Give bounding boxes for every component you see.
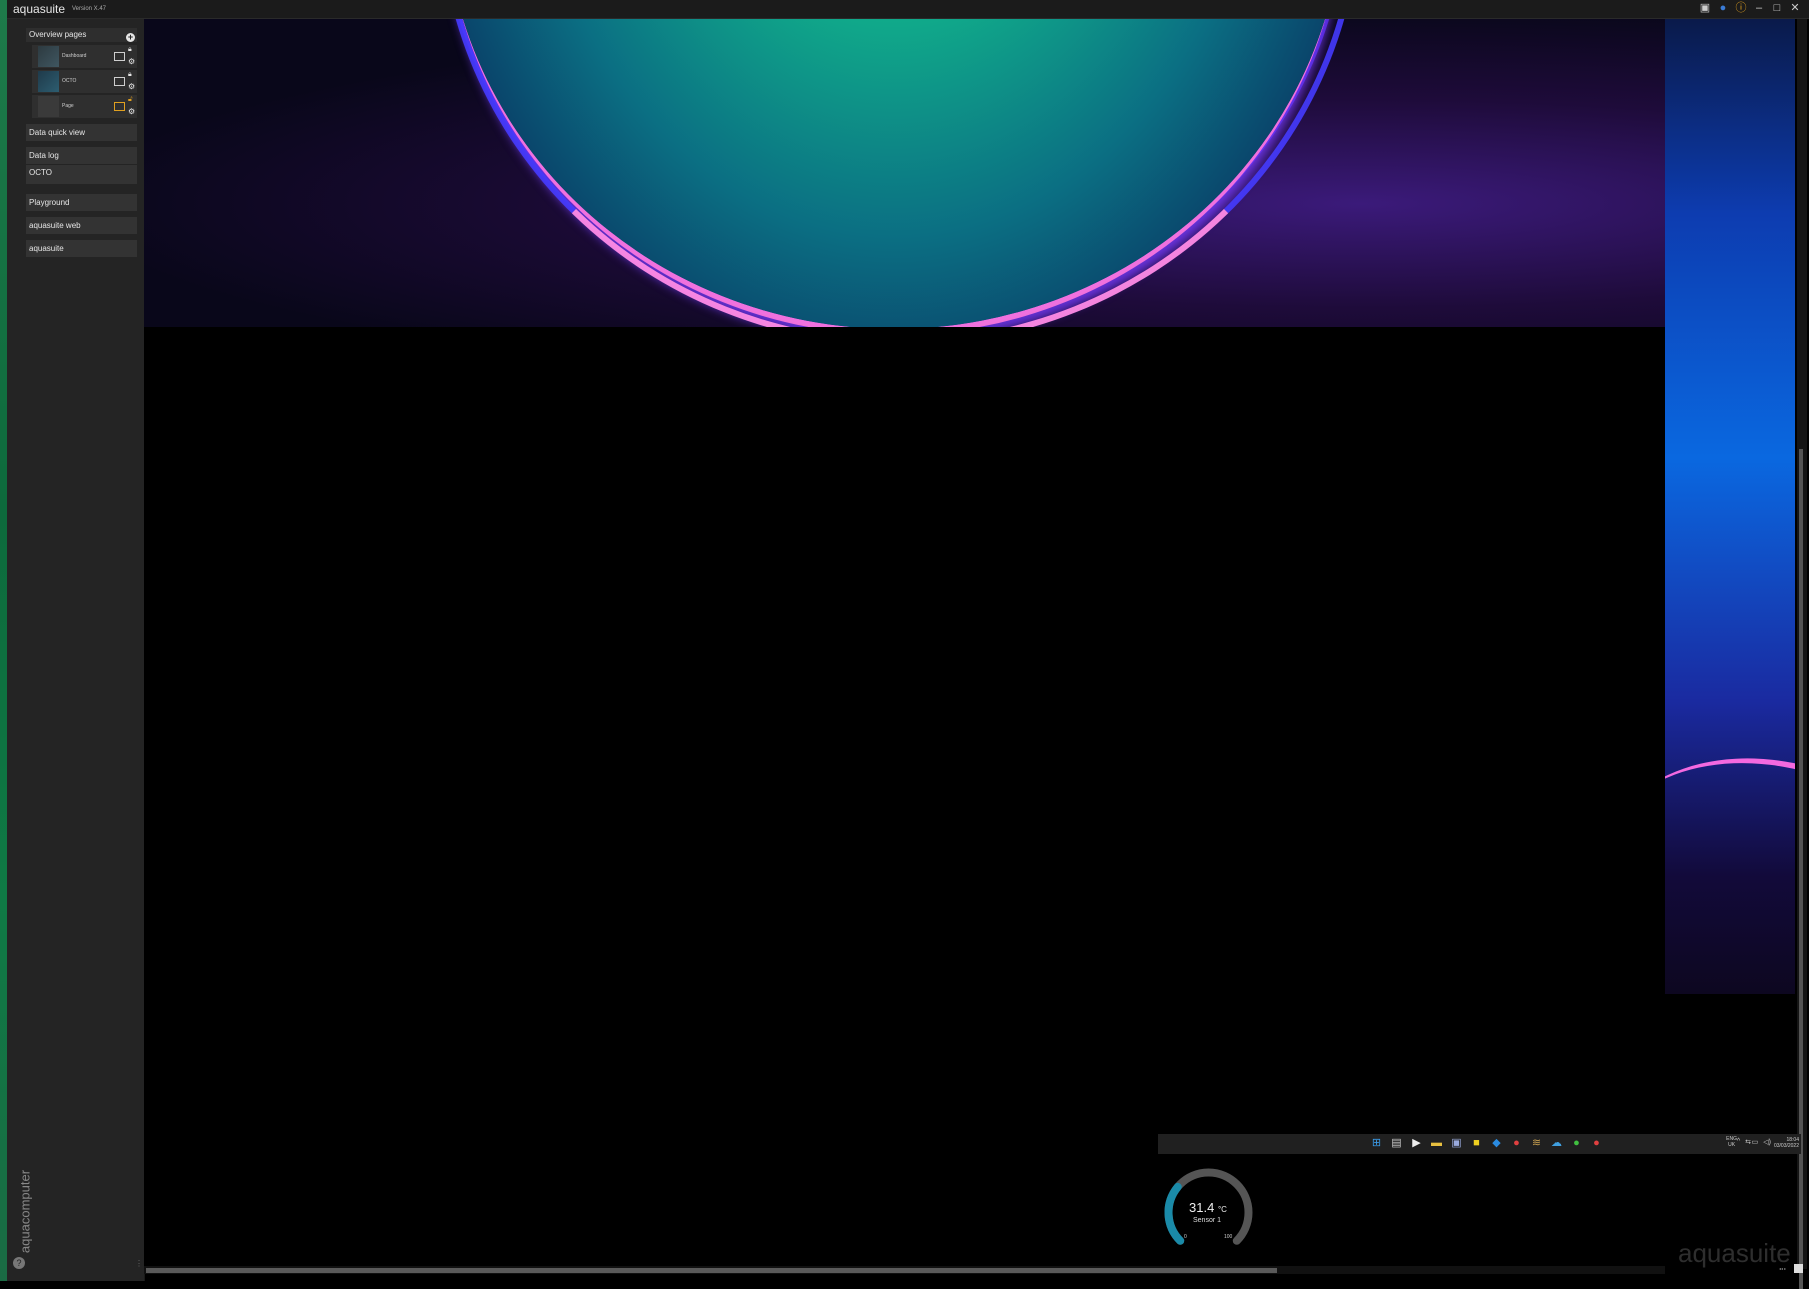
sidebar-item-playground[interactable]: Playground bbox=[26, 194, 137, 211]
gear-icon[interactable]: ⚙ bbox=[128, 82, 135, 91]
sidebar-item-label: Playground bbox=[29, 198, 70, 207]
help-icon[interactable]: ? bbox=[13, 1257, 25, 1269]
minimize-icon[interactable]: – bbox=[1753, 2, 1765, 14]
lock-icon[interactable]: 🔒︎ bbox=[128, 46, 132, 54]
page-label: Page bbox=[62, 103, 74, 109]
wallpaper-image bbox=[144, 19, 1665, 327]
globe-icon[interactable]: ● bbox=[1717, 2, 1729, 14]
vertical-scrollbar[interactable] bbox=[1797, 19, 1807, 1289]
sidebar-item-data-quick-view[interactable]: Data quick view bbox=[26, 124, 137, 141]
folder-icon[interactable]: ▬ bbox=[1430, 1137, 1443, 1150]
language-indicator[interactable]: ENG UK bbox=[1726, 1136, 1737, 1148]
gauge-value-display: 31.4 °C bbox=[1189, 1200, 1227, 1215]
layers-icon[interactable]: ≋ bbox=[1530, 1137, 1543, 1150]
windows-start-icon[interactable]: ⊞ bbox=[1370, 1137, 1383, 1150]
sidebar-item-label: aquasuite bbox=[29, 244, 64, 253]
cloud-icon[interactable]: ☁ bbox=[1550, 1137, 1563, 1150]
volume-icon[interactable]: ◁) bbox=[1763, 1138, 1771, 1146]
zoom-arrows-icon[interactable]: ◂◂ ▸ bbox=[1779, 1266, 1786, 1271]
page-thumbnail bbox=[38, 96, 59, 117]
aquasuite-watermark: aquasuite bbox=[1678, 1238, 1791, 1268]
chevron-up-icon[interactable]: ^ bbox=[1737, 1138, 1740, 1146]
warning-icon[interactable]: ⓘ bbox=[1735, 2, 1747, 14]
taskbar-preview: ⊞ ▤ ▶ ▬ ▣ ■ ◆ ● ≋ ☁ ● ● ^ ⇆ ENG UK ▭ ◁) … bbox=[1158, 1134, 1801, 1154]
vertical-scrollbar-thumb[interactable] bbox=[1799, 449, 1803, 1289]
overview-pages-label: Overview pages bbox=[29, 30, 87, 39]
sensor-gauge[interactable]: 31.4 °C Sensor 1 0 100 bbox=[1161, 1165, 1256, 1260]
page-label: OCTO bbox=[62, 78, 77, 84]
resize-corner-icon[interactable] bbox=[1794, 1264, 1803, 1273]
vivaldi-icon[interactable]: ● bbox=[1510, 1137, 1523, 1150]
screenshot-icon[interactable]: ▣ bbox=[1699, 2, 1711, 14]
page-thumbnail bbox=[38, 71, 59, 92]
sidebar-item-octo[interactable]: OCTO bbox=[26, 165, 137, 184]
language-region: UK bbox=[1728, 1142, 1736, 1148]
app-icon[interactable]: ▣ bbox=[1450, 1137, 1463, 1150]
add-page-icon[interactable]: + bbox=[126, 33, 135, 42]
right-wallpaper-image bbox=[1665, 19, 1795, 994]
gauge-value: 31.4 bbox=[1189, 1200, 1215, 1215]
monitor-icon[interactable] bbox=[114, 52, 125, 61]
sidebar-item-aquasuite[interactable]: aquasuite bbox=[26, 240, 137, 257]
wallpaper-orb-glow bbox=[439, 19, 1361, 327]
unlock-icon[interactable]: 🔓︎ bbox=[128, 96, 133, 104]
close-icon[interactable]: ✕ bbox=[1789, 2, 1801, 14]
sticky-notes-icon[interactable]: ■ bbox=[1470, 1137, 1483, 1150]
brand-logo-text: aquacomputer bbox=[17, 1169, 33, 1254]
page-label: Dashboard bbox=[62, 53, 87, 59]
gauge-label: Sensor 1 bbox=[1193, 1217, 1222, 1224]
sidebar-item-aquasuite-web[interactable]: aquasuite web bbox=[26, 217, 137, 234]
green-app-icon[interactable]: ● bbox=[1570, 1137, 1583, 1150]
app-title: aquasuite bbox=[13, 2, 66, 16]
taskview-icon[interactable]: ▤ bbox=[1390, 1137, 1403, 1150]
horizontal-scrollbar-thumb[interactable] bbox=[146, 1268, 1277, 1273]
taskbar-clock[interactable]: 18:04 03/03/2022 bbox=[1774, 1137, 1799, 1149]
gear-icon[interactable]: ⚙ bbox=[128, 57, 135, 66]
window-accent-strip bbox=[0, 0, 7, 1281]
title-bar-controls: ▣ ● ⓘ – □ ✕ bbox=[1699, 2, 1801, 14]
clock-date: 03/03/2022 bbox=[1773, 1143, 1799, 1149]
page-item-dashboard[interactable]: Dashboard 🔒︎ ⚙ bbox=[32, 45, 137, 68]
gauge-min: 0 bbox=[1184, 1234, 1187, 1240]
app-version: Version X.47 bbox=[72, 6, 107, 12]
system-tray: ^ ⇆ bbox=[1737, 1138, 1751, 1146]
page-thumbnail bbox=[38, 46, 59, 67]
page-item-octo[interactable]: OCTO 🔒︎ ⚙ bbox=[32, 70, 137, 93]
sidebar-item-data-log[interactable]: Data log bbox=[26, 147, 137, 164]
vscode-icon[interactable]: ◆ bbox=[1490, 1137, 1503, 1150]
resize-grip-icon[interactable]: ⋮ bbox=[135, 1259, 143, 1268]
lock-icon[interactable]: 🔒︎ bbox=[128, 71, 132, 79]
sidebar-item-label: OCTO bbox=[29, 168, 52, 177]
overview-pages-header[interactable]: Overview pages + bbox=[26, 28, 137, 42]
wallpaper-arc bbox=[1665, 699, 1795, 994]
overview-page-canvas bbox=[144, 19, 1665, 1269]
horizontal-scrollbar[interactable] bbox=[144, 1266, 1665, 1274]
network-icon[interactable]: ⇆ bbox=[1745, 1138, 1751, 1146]
monitor-icon[interactable]: ▭ bbox=[1752, 1138, 1759, 1146]
media-player-icon[interactable]: ▶ bbox=[1410, 1137, 1423, 1150]
gauge-unit: °C bbox=[1217, 1205, 1227, 1214]
monitor-icon[interactable] bbox=[114, 77, 125, 86]
tray-icons: ▭ ◁) bbox=[1752, 1138, 1771, 1146]
gauge-max: 100 bbox=[1224, 1234, 1233, 1240]
sidebar-item-label: Data log bbox=[29, 151, 59, 160]
maximize-icon[interactable]: □ bbox=[1771, 2, 1783, 14]
vivaldi-icon[interactable]: ● bbox=[1590, 1137, 1603, 1150]
taskbar-apps: ⊞ ▤ ▶ ▬ ▣ ■ ◆ ● ≋ ☁ ● ● bbox=[1370, 1137, 1603, 1150]
gauge-fill bbox=[1164, 1182, 1185, 1245]
sidebar-item-label: aquasuite web bbox=[29, 221, 81, 230]
monitor-icon[interactable] bbox=[114, 102, 125, 111]
page-item-page[interactable]: Page 🔓︎ ⚙ bbox=[32, 95, 137, 118]
title-bar: aquasuite Version X.47 ▣ ● ⓘ – □ ✕ bbox=[7, 0, 1809, 19]
sidebar: Overview pages + Dashboard 🔒︎ ⚙ OCTO 🔒︎ … bbox=[7, 19, 145, 1281]
gear-icon[interactable]: ⚙ bbox=[128, 107, 135, 116]
sidebar-item-label: Data quick view bbox=[29, 128, 86, 137]
